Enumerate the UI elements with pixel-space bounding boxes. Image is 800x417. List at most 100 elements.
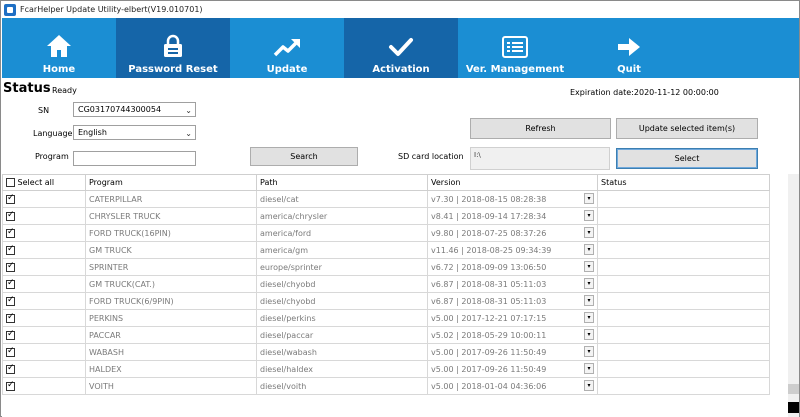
activation-button[interactable]: Activation (344, 18, 458, 78)
status-cell (597, 377, 770, 395)
row-checkbox-cell[interactable] (2, 360, 86, 378)
select-all-header[interactable]: Select all (2, 174, 86, 191)
select-button[interactable]: Select (616, 148, 758, 169)
language-select[interactable]: English ⌄ (73, 125, 196, 140)
table-row[interactable]: CHRYSLER TRUCKamerica/chryslerv8.41 | 20… (2, 207, 770, 225)
ver-management-label: Ver. Management (465, 64, 565, 75)
row-checkbox[interactable] (6, 244, 15, 255)
dropdown-arrow-icon[interactable]: ▾ (584, 346, 594, 357)
chevron-down-icon: ⌄ (185, 106, 192, 115)
dropdown-arrow-icon[interactable]: ▾ (584, 193, 594, 204)
table-row[interactable]: FORD TRUCK(6/9PIN)diesel/chyobdv6.87 | 2… (2, 292, 770, 310)
row-checkbox[interactable] (6, 193, 15, 204)
chevron-down-icon: ⌄ (185, 129, 192, 138)
dropdown-arrow-icon[interactable]: ▾ (584, 244, 594, 255)
row-checkbox-cell[interactable] (2, 326, 86, 344)
version-cell[interactable]: v8.41 | 2018-09-14 17:28:34 ▾ (427, 207, 598, 225)
dropdown-arrow-icon[interactable]: ▾ (584, 261, 594, 272)
row-checkbox[interactable] (6, 227, 15, 238)
row-checkbox-cell[interactable] (2, 275, 86, 293)
search-button[interactable]: Search (250, 147, 358, 166)
table-row[interactable]: GM TRUCK(CAT.)diesel/chyobdv6.87 | 2018-… (2, 275, 770, 293)
home-button[interactable]: Home (2, 18, 116, 78)
dropdown-arrow-icon[interactable]: ▾ (584, 278, 594, 289)
version-cell[interactable]: v7.30 | 2018-08-15 08:28:38 ▾ (427, 190, 598, 208)
dropdown-arrow-icon[interactable]: ▾ (584, 210, 594, 221)
version-cell[interactable]: v6.87 | 2018-08-31 05:11:03 ▾ (427, 292, 598, 310)
dropdown-arrow-icon[interactable]: ▾ (584, 363, 594, 374)
row-checkbox[interactable] (6, 329, 15, 340)
table-row[interactable]: FORD TRUCK(16PIN)america/fordv9.80 | 201… (2, 224, 770, 242)
version-cell[interactable]: v5.00 | 2018-01-04 04:36:06 ▾ (427, 377, 598, 395)
dropdown-arrow-icon[interactable]: ▾ (584, 295, 594, 306)
version-cell[interactable]: v5.00 | 2017-12-21 07:17:15 ▾ (427, 309, 598, 327)
table-row[interactable]: VOITHdiesel/voithv5.00 | 2018-01-04 04:3… (2, 377, 770, 395)
row-checkbox-cell[interactable] (2, 190, 86, 208)
table-row[interactable]: SPRINTEReurope/sprinterv6.72 | 2018-09-0… (2, 258, 770, 276)
version-cell[interactable]: v6.87 | 2018-08-31 05:11:03 ▾ (427, 275, 598, 293)
version-column-header[interactable]: Version (427, 174, 598, 191)
status-column-header[interactable]: Status (597, 174, 770, 191)
app-window: FcarHelper Update Utility-elbert(V19.010… (0, 0, 800, 417)
program-input[interactable] (73, 151, 196, 166)
row-checkbox-cell[interactable] (2, 292, 86, 310)
vertical-scrollbar[interactable] (788, 174, 799, 417)
row-checkbox-cell[interactable] (2, 258, 86, 276)
program-column-header[interactable]: Program (85, 174, 257, 191)
update-button[interactable]: Update (230, 18, 344, 78)
quit-button[interactable]: Quit (572, 18, 686, 78)
version-cell[interactable]: v11.46 | 2018-08-25 09:34:39 ▾ (427, 241, 598, 259)
program-cell: SPRINTER (85, 258, 257, 276)
table-row[interactable]: PERKINSdiesel/perkinsv5.00 | 2017-12-21 … (2, 309, 770, 327)
update-selected-button[interactable]: Update selected item(s) (616, 118, 758, 139)
table-header-row: Select all Program Path Version Status (2, 174, 770, 191)
version-cell[interactable]: v5.00 | 2017-09-26 11:50:49 ▾ (427, 343, 598, 361)
row-checkbox[interactable] (6, 363, 15, 374)
scrollbar-thumb[interactable] (788, 384, 799, 394)
arrow-right-icon (618, 38, 640, 56)
row-checkbox[interactable] (6, 261, 15, 272)
row-checkbox[interactable] (6, 380, 15, 391)
path-column-header[interactable]: Path (256, 174, 428, 191)
table-row[interactable]: GM TRUCKamerica/gmv11.46 | 2018-08-25 09… (2, 241, 770, 259)
table-row[interactable]: WABASHdiesel/wabashv5.00 | 2017-09-26 11… (2, 343, 770, 361)
version-cell[interactable]: v5.00 | 2017-09-26 11:50:49 ▾ (427, 360, 598, 378)
version-cell[interactable]: v9.80 | 2018-07-25 08:37:26 ▾ (427, 224, 598, 242)
scroll-corner-button[interactable] (788, 402, 799, 413)
row-checkbox-cell[interactable] (2, 309, 86, 327)
row-checkbox-cell[interactable] (2, 241, 86, 259)
sn-select[interactable]: CG03170744300054 ⌄ (73, 102, 196, 117)
checkmark-icon (389, 38, 413, 56)
program-cell: CHRYSLER TRUCK (85, 207, 257, 225)
select-all-checkbox[interactable] (6, 178, 15, 187)
row-checkbox[interactable] (6, 346, 15, 357)
dropdown-arrow-icon[interactable]: ▾ (584, 380, 594, 391)
update-label: Update (266, 64, 308, 75)
version-cell[interactable]: v5.02 | 2018-05-29 10:00:11 ▾ (427, 326, 598, 344)
status-text: Ready (52, 86, 77, 95)
row-checkbox-cell[interactable] (2, 377, 86, 395)
title-bar: FcarHelper Update Utility-elbert(V19.010… (1, 1, 799, 18)
row-checkbox[interactable] (6, 210, 15, 221)
version-cell[interactable]: v6.72 | 2018-09-09 13:06:50 ▾ (427, 258, 598, 276)
path-cell: diesel/perkins (256, 309, 428, 327)
dropdown-arrow-icon[interactable]: ▾ (584, 312, 594, 323)
row-checkbox[interactable] (6, 278, 15, 289)
row-checkbox-cell[interactable] (2, 224, 86, 242)
dropdown-arrow-icon[interactable]: ▾ (584, 227, 594, 238)
status-heading: Status (3, 81, 51, 96)
password-reset-button[interactable]: Password Reset (116, 18, 230, 78)
row-checkbox[interactable] (6, 295, 15, 306)
program-cell: WABASH (85, 343, 257, 361)
row-checkbox-cell[interactable] (2, 207, 86, 225)
ver-management-button[interactable]: Ver. Management (458, 18, 572, 78)
sd-card-location-field[interactable]: I:\ (470, 147, 610, 170)
table-row[interactable]: CATERPILLARdiesel/catv7.30 | 2018-08-15 … (2, 190, 770, 208)
dropdown-arrow-icon[interactable]: ▾ (584, 329, 594, 340)
row-checkbox[interactable] (6, 312, 15, 323)
table-row[interactable]: HALDEXdiesel/haldexv5.00 | 2017-09-26 11… (2, 360, 770, 378)
row-checkbox-cell[interactable] (2, 343, 86, 361)
refresh-button[interactable]: Refresh (470, 118, 611, 139)
table-row[interactable]: PACCARdiesel/paccarv5.02 | 2018-05-29 10… (2, 326, 770, 344)
sn-value: CG03170744300054 (78, 105, 162, 114)
